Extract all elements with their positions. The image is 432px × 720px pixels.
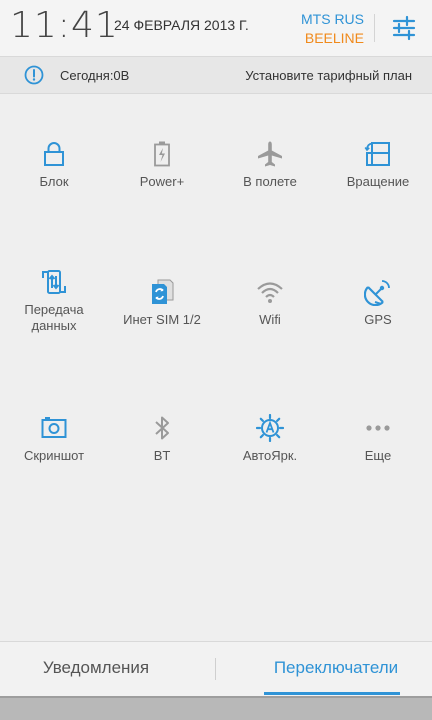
tab-switches[interactable]: Переключатели [240, 658, 432, 682]
toggle-airplane[interactable]: В полете [216, 140, 324, 250]
tariff-info-bar[interactable]: Сегодня:0В Установите тарифный план [0, 57, 432, 93]
toggle-label: В полете [243, 174, 297, 189]
camera-icon [41, 417, 67, 438]
airplane-icon [258, 141, 282, 167]
clock: 11:41 [10, 5, 119, 46]
drag-handle-edge [0, 696, 432, 698]
battery-icon [154, 141, 170, 167]
toggle-label: Блок [39, 174, 69, 189]
toggle-auto-brightness[interactable]: АвтоЯрк. [216, 414, 324, 524]
active-tab-indicator [264, 692, 400, 695]
info-icon [24, 65, 44, 85]
auto-brightness-icon [256, 414, 284, 442]
operator-1-label: MTS RUS [301, 11, 364, 27]
toggle-screenshot[interactable]: Скриншот [0, 414, 108, 524]
toggle-lock[interactable]: Блок [0, 140, 108, 250]
toggle-bluetooth[interactable]: BT [108, 414, 216, 524]
date-label: 24 ФЕВРАЛЯ 2013 Г. [114, 17, 249, 33]
header-divider [374, 14, 375, 42]
data-transfer-icon [42, 270, 66, 294]
toggle-sim-internet[interactable]: Инет SIM 1/2 [108, 278, 216, 388]
bluetooth-icon [155, 416, 169, 440]
toggle-label: АвтоЯрк. [242, 448, 298, 463]
gps-icon [364, 280, 390, 306]
settings-button[interactable] [386, 10, 422, 46]
toggle-label: Скриншот [23, 448, 85, 463]
toggle-label: Инет SIM 1/2 [123, 312, 201, 327]
toggle-label: GPS [364, 312, 392, 327]
set-tariff-link[interactable]: Установите тарифный план [245, 68, 412, 83]
operator-2-label: BEELINE [304, 30, 364, 46]
sliders-icon [392, 15, 416, 41]
toggle-gps[interactable]: GPS [324, 278, 432, 388]
toggle-wifi[interactable]: Wifi [216, 278, 324, 388]
rotation-icon [364, 142, 390, 166]
toggle-data-transfer[interactable]: Передача данных [0, 268, 108, 378]
toggle-more[interactable]: Еще [324, 414, 432, 524]
toggle-label: Wifi [259, 312, 281, 327]
toggle-label: BT [153, 448, 171, 463]
toggle-power-plus[interactable]: Power+ [108, 140, 216, 250]
status-header: 11:41 24 ФЕВРАЛЯ 2013 Г. MTS RUS BEELINE [0, 0, 432, 56]
toggle-label: Вращение [346, 174, 410, 189]
more-icon [366, 425, 390, 431]
toggle-label: Еще [364, 448, 392, 463]
toggle-label: Передача данных [24, 302, 84, 333]
toggle-label: Power+ [139, 174, 185, 189]
tab-notifications[interactable]: Уведомления [0, 658, 192, 682]
drag-handle-bar[interactable] [0, 696, 432, 720]
tab-separator [192, 642, 240, 698]
lock-icon [44, 142, 64, 166]
today-usage: Сегодня:0В [60, 68, 130, 83]
sim-switch-icon [152, 279, 174, 304]
infobar-divider-line [0, 93, 432, 94]
wifi-icon [257, 282, 283, 303]
toggle-rotation[interactable]: Вращение [324, 140, 432, 250]
